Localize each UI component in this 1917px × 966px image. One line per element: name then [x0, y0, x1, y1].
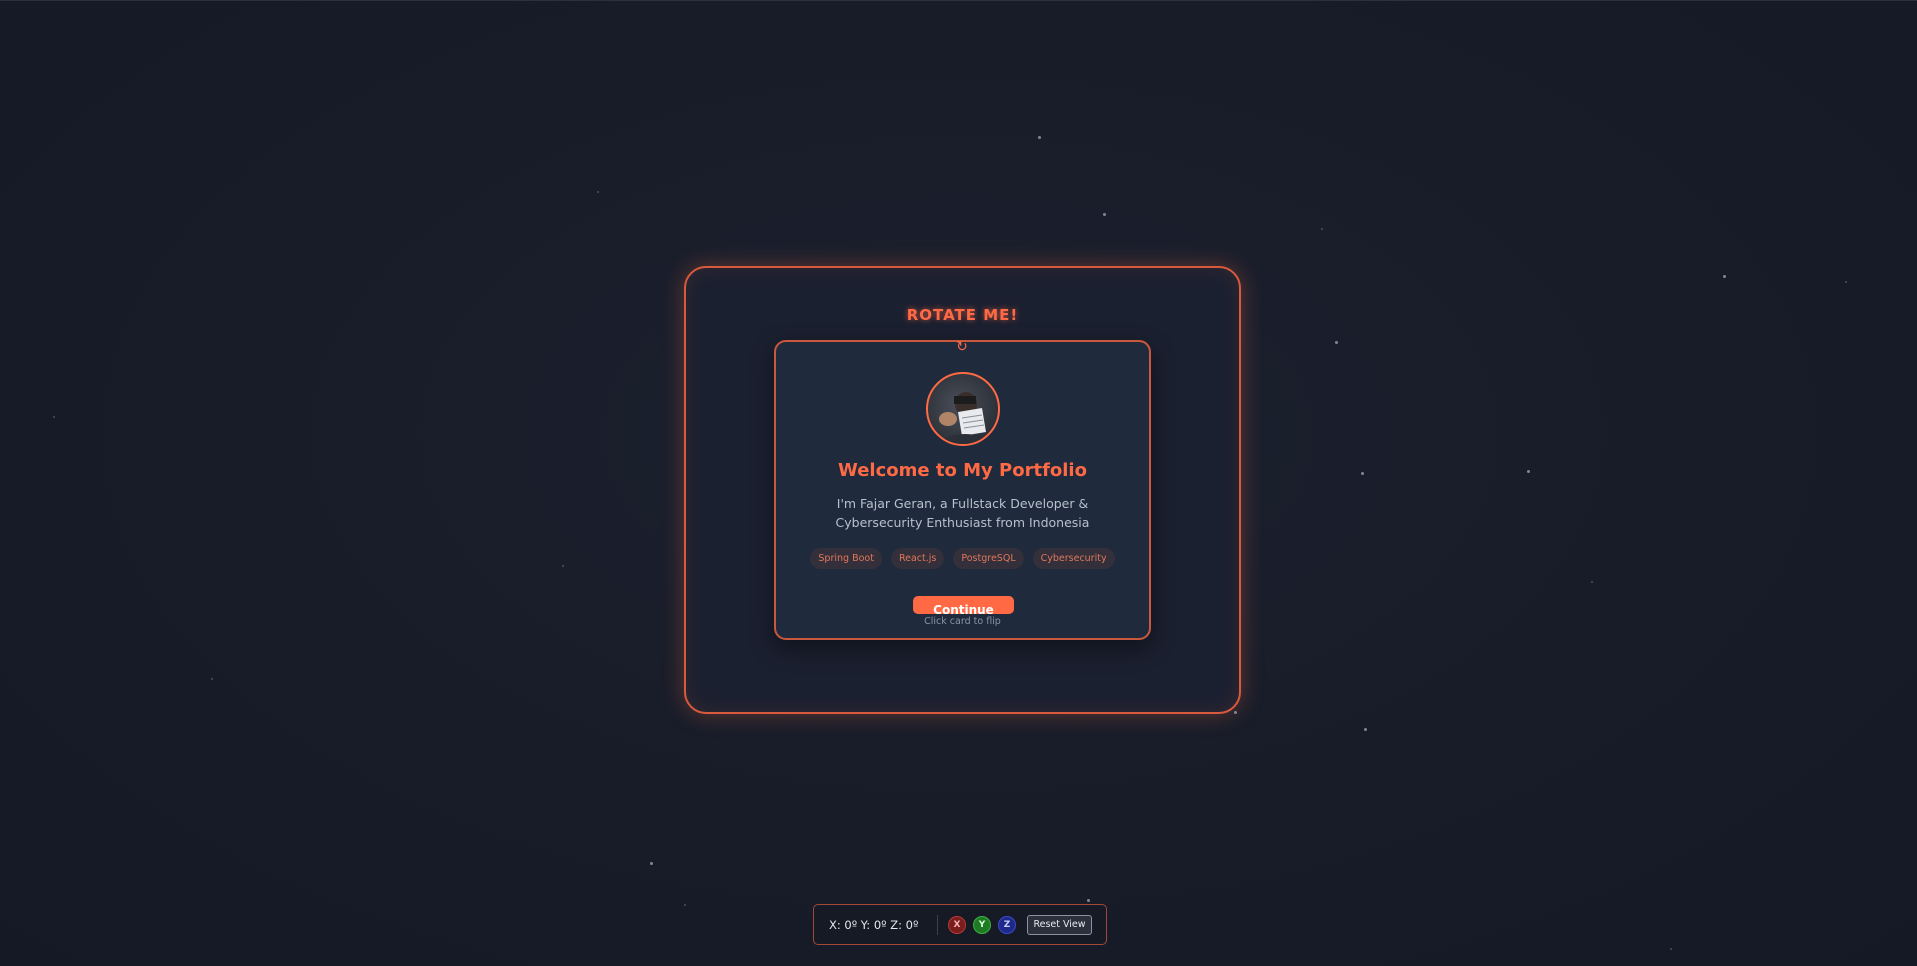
star	[684, 904, 686, 906]
star	[1670, 948, 1672, 950]
avatar	[926, 372, 1000, 446]
portfolio-card[interactable]: ↻ Welcome to My Portfolio I'm Fajar Gera…	[774, 339, 1151, 640]
rotation-controls: X: 0º Y: 0º Z: 0º X Y Z Reset View	[813, 904, 1107, 945]
star	[53, 416, 55, 418]
star	[211, 678, 213, 680]
star	[650, 862, 653, 865]
star	[1361, 472, 1364, 475]
profile-photo-icon	[939, 392, 991, 444]
stage: ROTATE ME! ↻ Welcome to My Portfolio I'm…	[0, 0, 1917, 966]
rotatable-frame[interactable]: ROTATE ME! ↻ Welcome to My Portfolio I'm…	[684, 266, 1241, 714]
axis-z-button[interactable]: Z	[998, 915, 1016, 934]
card-title: Welcome to My Portfolio	[838, 460, 1087, 481]
star	[1234, 711, 1237, 714]
flip-hint: Click card to flip	[924, 616, 1001, 627]
star	[1527, 470, 1530, 473]
star	[1321, 228, 1323, 230]
star	[1364, 728, 1367, 731]
rotate-icon: ↻	[956, 339, 968, 355]
skill-tags: Spring Boot React.js PostgreSQL Cybersec…	[776, 548, 1149, 569]
star	[597, 191, 599, 193]
axis-x-button[interactable]: X	[948, 915, 966, 934]
rotate-me-label: ROTATE ME!	[906, 306, 1019, 324]
tag-react: React.js	[890, 548, 945, 569]
star	[1038, 136, 1041, 139]
star	[1103, 213, 1106, 216]
axis-y-button[interactable]: Y	[973, 915, 991, 934]
continue-button[interactable]: Continue	[913, 596, 1014, 614]
star	[1723, 275, 1726, 278]
reset-view-button[interactable]: Reset View	[1027, 914, 1092, 935]
tag-cybersecurity: Cybersecurity	[1032, 548, 1115, 569]
star	[1087, 899, 1090, 902]
tag-spring-boot: Spring Boot	[810, 548, 882, 569]
star	[1335, 341, 1338, 344]
card-description: I'm Fajar Geran, a Fullstack Developer &…	[835, 496, 1090, 530]
tag-postgresql: PostgreSQL	[953, 548, 1024, 569]
divider	[937, 914, 938, 935]
star	[562, 565, 564, 567]
star	[1591, 581, 1593, 583]
rotation-readout: X: 0º Y: 0º Z: 0º	[829, 917, 919, 932]
star	[1845, 281, 1847, 283]
